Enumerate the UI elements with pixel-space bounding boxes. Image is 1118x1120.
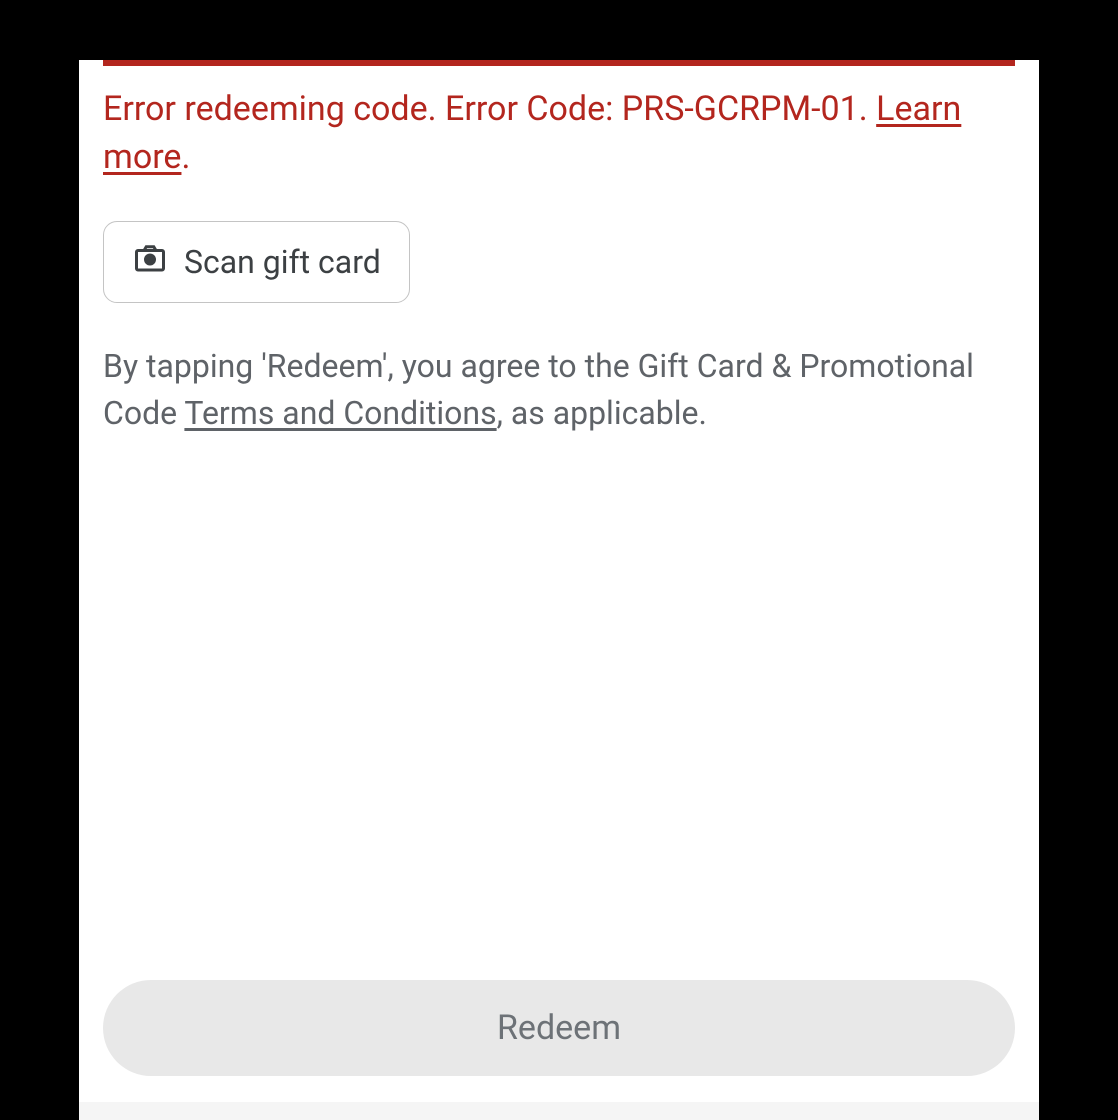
- camera-icon: [132, 240, 168, 284]
- error-message: Error redeeming code. Error Code: PRS-GC…: [103, 86, 1015, 181]
- error-suffix: .: [181, 137, 190, 177]
- redeem-panel: Error redeeming code. Error Code: PRS-GC…: [79, 60, 1039, 1120]
- bottom-strip: [79, 1102, 1039, 1120]
- terms-text: By tapping 'Redeem', you agree to the Gi…: [103, 343, 1015, 436]
- terms-and-conditions-link[interactable]: Terms and Conditions: [184, 394, 496, 432]
- redeem-button[interactable]: Redeem: [103, 980, 1015, 1076]
- scan-gift-card-button[interactable]: Scan gift card: [103, 221, 410, 303]
- error-underline: [103, 60, 1015, 66]
- scan-button-label: Scan gift card: [184, 243, 381, 281]
- terms-suffix: , as applicable.: [497, 394, 707, 432]
- error-text: Error redeeming code. Error Code: PRS-GC…: [103, 89, 876, 129]
